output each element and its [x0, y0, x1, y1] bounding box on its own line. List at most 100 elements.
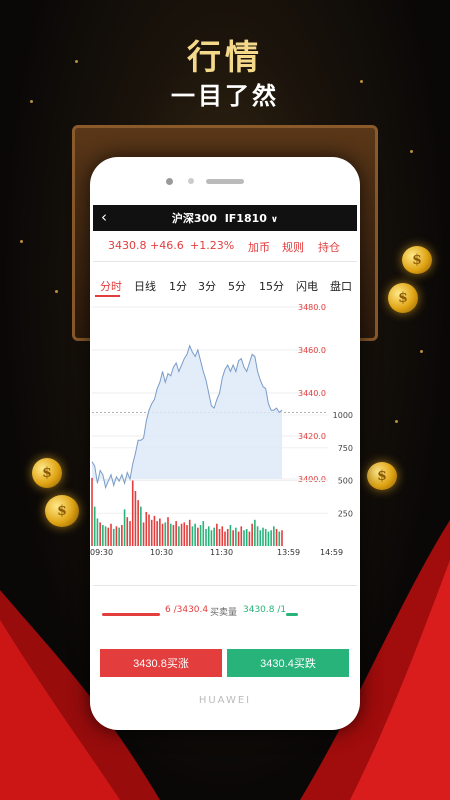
- buy-up-button[interactable]: 3430.8买涨: [100, 649, 222, 677]
- ask-volume-bar: [286, 613, 298, 616]
- volume-bar: [121, 525, 123, 546]
- volume-bar: [137, 500, 139, 546]
- time-axis-label: 09:30: [90, 548, 113, 557]
- price-axis-label: 3420.0: [298, 432, 326, 441]
- volume-bar: [183, 522, 186, 546]
- volume-axis-label: 500: [338, 477, 353, 486]
- volume-bar: [91, 477, 93, 546]
- volume-bar: [213, 527, 215, 546]
- volume-bar: [199, 525, 202, 546]
- active-tab-indicator: [95, 295, 120, 297]
- tab-flash[interactable]: 闪电: [296, 278, 318, 294]
- volume-bar: [169, 523, 172, 546]
- volume-bar: [112, 528, 115, 546]
- volume-bar: [194, 523, 196, 546]
- volume-bar: [110, 523, 112, 546]
- sensor-icon: [188, 178, 194, 184]
- tab-timeshare[interactable]: 分时: [100, 278, 122, 294]
- camera-icon: [166, 178, 173, 185]
- volume-axis-label: 750: [338, 444, 353, 453]
- volume-bar: [267, 531, 270, 546]
- volume-bar: [126, 517, 129, 546]
- tab-15min[interactable]: 15分: [259, 278, 284, 294]
- instrument-code: IF1810: [224, 212, 267, 225]
- tab-5min[interactable]: 5分: [228, 278, 246, 294]
- volume-bar: [167, 517, 169, 546]
- promo-headline: 行情: [187, 38, 263, 78]
- tab-3min[interactable]: 3分: [198, 278, 216, 294]
- volume-bar: [123, 509, 126, 546]
- rules-button[interactable]: 规则: [282, 239, 304, 255]
- volume-bar: [264, 528, 267, 546]
- volume-bar: [237, 531, 240, 546]
- volume-bar: [235, 527, 237, 546]
- volume-bar: [131, 480, 134, 546]
- buy-down-button[interactable]: 3430.4买跌: [227, 649, 349, 677]
- favorite-button[interactable]: 加币: [248, 239, 270, 255]
- bid-volume-bar: [102, 613, 160, 616]
- volume-bar: [226, 528, 229, 546]
- tab-orderbook[interactable]: 盘口: [330, 278, 352, 294]
- volume-bar: [145, 511, 148, 546]
- chevron-down-icon: ∨: [270, 215, 279, 225]
- volume-bar: [278, 531, 281, 546]
- bid-quote: 6 /3430.4: [165, 605, 209, 615]
- time-axis-label: 13:59: [277, 548, 300, 557]
- speaker-icon: [206, 179, 244, 184]
- volume-bar: [202, 521, 205, 546]
- volume-bar: [161, 523, 164, 546]
- phone-frame: ‹ 沪深300 IF1810 ∨ 3430.8 +46.6 +1.23% 加币 …: [90, 157, 360, 730]
- volume-bar: [150, 519, 153, 546]
- volume-bar: [115, 526, 118, 546]
- price-axis-label: 3480.0: [298, 303, 326, 312]
- volume-bar: [164, 522, 167, 546]
- volume-bar: [172, 525, 175, 546]
- volume-axis-label: 1000: [333, 411, 353, 420]
- instrument-name: 沪深300: [171, 212, 217, 225]
- quote-price: 3430.8: [108, 239, 147, 252]
- instrument-title[interactable]: 沪深300 IF1810 ∨: [93, 210, 357, 226]
- divider: [93, 585, 357, 586]
- promo-subheadline: 一目了然: [171, 82, 279, 110]
- volume-bar: [180, 523, 183, 546]
- quote-change: +46.6: [150, 239, 184, 252]
- tab-1min[interactable]: 1分: [169, 278, 187, 294]
- volume-bar: [275, 528, 278, 546]
- volume-bar: [248, 531, 251, 546]
- divider: [93, 261, 357, 262]
- volume-bar: [224, 531, 226, 546]
- app-header: ‹ 沪深300 IF1810 ∨: [93, 205, 357, 231]
- volume-bar: [245, 528, 248, 546]
- chart-tabs: 分时 日线 1分 3分 5分 15分 闪电 盘口: [93, 276, 357, 296]
- time-axis-label: 11:30: [210, 548, 233, 557]
- volume-bar: [159, 518, 161, 546]
- volume-bar: [270, 530, 272, 546]
- volume-axis-label: 250: [338, 509, 353, 518]
- tab-daily[interactable]: 日线: [134, 278, 156, 294]
- volume-bar: [178, 526, 180, 546]
- volume-bar: [251, 523, 253, 546]
- volume-bar: [96, 518, 99, 546]
- timeshare-chart: 3480.0 3460.0 3440.0 3420.0 3400.0 1000 750 500…: [90, 303, 353, 557]
- volume-bar: [254, 519, 256, 546]
- brand-logo: HUAWEI: [198, 695, 252, 706]
- volume-bar: [221, 526, 224, 546]
- positions-button[interactable]: 持仓: [318, 239, 340, 255]
- volume-bar: [107, 527, 110, 546]
- volume-bar: [262, 527, 264, 546]
- volume-bar: [191, 526, 194, 546]
- volume-bar: [134, 490, 137, 546]
- quote-change-pct: +1.23%: [190, 239, 235, 252]
- volume-bar: [118, 527, 120, 546]
- depth-label: 买卖量: [210, 608, 238, 618]
- volume-bar: [102, 525, 104, 546]
- volume-bar: [93, 506, 96, 546]
- volume-bar: [99, 522, 101, 546]
- volume-bar: [186, 525, 188, 546]
- price-axis-label: 3400.0: [298, 475, 326, 484]
- volume-bar: [229, 525, 232, 546]
- ask-quote: 3430.8 /1: [243, 605, 287, 615]
- price-axis-label: 3460.0: [298, 346, 326, 355]
- price-area: [92, 345, 282, 488]
- volume-bar: [156, 521, 158, 546]
